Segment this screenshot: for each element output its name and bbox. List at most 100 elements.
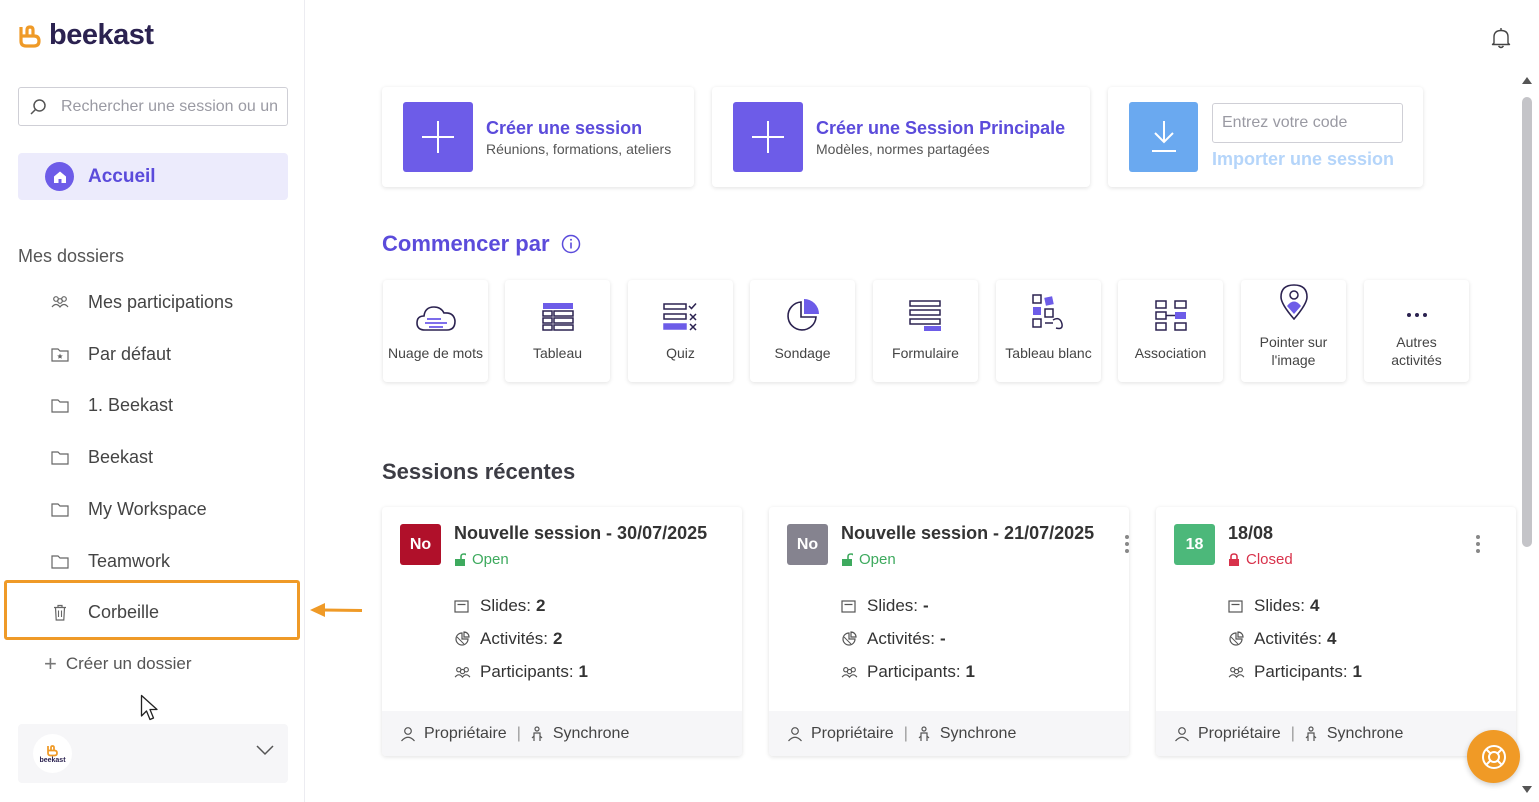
activities-count: 2 bbox=[553, 629, 563, 648]
create-session-card[interactable]: Créer une session Réunions, formations, … bbox=[382, 87, 694, 187]
activity-association[interactable]: Association bbox=[1118, 280, 1223, 382]
session-card[interactable]: 18 18/08 Closed Slides: 4 Activités: 4 Par… bbox=[1156, 507, 1516, 756]
session-badge: No bbox=[400, 524, 441, 565]
session-mode: Synchrone bbox=[552, 724, 630, 742]
association-icon bbox=[1154, 280, 1187, 336]
notification-bell-icon[interactable] bbox=[1491, 27, 1511, 49]
activities-label: Activités: bbox=[867, 629, 936, 648]
beekast-logo-icon bbox=[47, 744, 58, 756]
folder-teamwork[interactable]: Teamwork bbox=[50, 549, 170, 573]
session-participants: Participants: 1 bbox=[1228, 662, 1362, 682]
chevron-down-icon bbox=[256, 745, 274, 756]
slides-icon bbox=[454, 599, 472, 613]
session-status: Open bbox=[859, 551, 896, 568]
session-status: Closed bbox=[1246, 551, 1293, 568]
import-session-card: Importer une session bbox=[1108, 87, 1423, 187]
slides-icon bbox=[841, 599, 859, 613]
slides-count: 2 bbox=[536, 596, 546, 615]
activity-whiteboard[interactable]: Tableau blanc bbox=[996, 280, 1101, 382]
scrollbar-thumb[interactable] bbox=[1522, 97, 1532, 547]
beekast-logo[interactable]: beekast bbox=[17, 19, 154, 52]
folder-label: My Workspace bbox=[88, 498, 207, 519]
separator: | bbox=[516, 724, 521, 742]
session-mode: Synchrone bbox=[939, 724, 1017, 742]
status-badge: Open bbox=[454, 551, 509, 568]
session-card[interactable]: No Nouvelle session - 30/07/2025 Open Sl… bbox=[382, 507, 742, 756]
folder-my-workspace[interactable]: My Workspace bbox=[50, 497, 207, 521]
unlock-icon bbox=[842, 553, 853, 566]
account-switcher[interactable]: beekast bbox=[18, 724, 288, 783]
scroll-up-icon[interactable] bbox=[1521, 75, 1533, 85]
activities-icon bbox=[841, 631, 859, 647]
activity-quiz[interactable]: Quiz bbox=[628, 280, 733, 382]
session-activities: Activités: 2 bbox=[454, 629, 563, 649]
scroll-down-icon[interactable] bbox=[1521, 785, 1533, 795]
activity-more[interactable]: Autres activités bbox=[1364, 280, 1469, 382]
search-box[interactable] bbox=[18, 87, 288, 126]
sync-person-icon bbox=[531, 725, 543, 741]
activity-label: Association bbox=[1134, 345, 1207, 361]
folder-mes-participations[interactable]: Mes participations bbox=[50, 290, 233, 314]
scrollbar[interactable] bbox=[1521, 73, 1533, 802]
nav-home[interactable]: Accueil bbox=[18, 153, 288, 200]
status-badge: Closed bbox=[1228, 551, 1293, 568]
folder-icon bbox=[50, 499, 70, 519]
import-session-button[interactable]: Importer une session bbox=[1212, 149, 1394, 170]
session-slides: Slides: 2 bbox=[454, 596, 546, 616]
session-card[interactable]: No Nouvelle session - 21/07/2025 Open Sl… bbox=[769, 507, 1129, 756]
user-icon bbox=[401, 726, 415, 741]
brand-name: beekast bbox=[49, 19, 154, 51]
status-badge: Open bbox=[841, 551, 896, 568]
sync-person-icon bbox=[918, 725, 930, 741]
search-icon bbox=[30, 98, 46, 115]
slides-count: - bbox=[923, 596, 929, 615]
download-icon bbox=[1129, 102, 1198, 172]
activities-label: Activités: bbox=[480, 629, 549, 648]
session-code-input[interactable] bbox=[1212, 103, 1403, 143]
session-status: Open bbox=[472, 551, 509, 568]
user-icon bbox=[788, 726, 802, 741]
folder-1-beekast[interactable]: 1. Beekast bbox=[50, 393, 173, 417]
folder-par-defaut[interactable]: Par défaut bbox=[50, 342, 171, 366]
folder-icon bbox=[50, 395, 70, 415]
activities-icon bbox=[454, 631, 472, 647]
session-mode: Synchrone bbox=[1326, 724, 1404, 742]
activities-label: Activités: bbox=[1254, 629, 1323, 648]
folder-label: Beekast bbox=[88, 446, 154, 467]
avatar: beekast bbox=[33, 734, 72, 773]
kebab-menu-icon[interactable] bbox=[1124, 534, 1129, 554]
activity-pin-image[interactable]: Pointer sur l'image bbox=[1241, 280, 1346, 382]
participants-label: Participants: bbox=[1254, 662, 1348, 681]
folder-beekast[interactable]: Beekast bbox=[50, 445, 153, 469]
folder-icon bbox=[50, 447, 70, 467]
activity-form[interactable]: Formulaire bbox=[873, 280, 978, 382]
create-session-title: Créer une session bbox=[486, 118, 643, 138]
activity-word-cloud[interactable]: Nuage de mots bbox=[383, 280, 488, 382]
form-icon bbox=[908, 280, 943, 336]
help-button[interactable] bbox=[1467, 730, 1520, 783]
activities-count: 4 bbox=[1327, 629, 1337, 648]
create-main-session-subtitle: Modèles, normes partagées bbox=[816, 141, 990, 157]
session-badge: 18 bbox=[1174, 524, 1215, 565]
session-badge: No bbox=[787, 524, 828, 565]
session-slides: Slides: 4 bbox=[1228, 596, 1320, 616]
activity-table[interactable]: Tableau bbox=[505, 280, 610, 382]
session-role: Propriétaire bbox=[424, 724, 507, 742]
slides-label: Slides: bbox=[867, 596, 919, 615]
info-icon[interactable] bbox=[561, 234, 581, 254]
activity-label: Nuage de mots bbox=[388, 345, 483, 361]
participants-label: Participants: bbox=[867, 662, 961, 681]
folder-star-icon bbox=[50, 344, 70, 364]
participants-label: Participants: bbox=[480, 662, 574, 681]
participants-icon bbox=[841, 666, 859, 679]
create-main-session-card[interactable]: Créer une Session Principale Modèles, no… bbox=[712, 87, 1090, 187]
create-folder-button[interactable]: + Créer un dossier bbox=[44, 651, 192, 677]
search-input[interactable] bbox=[61, 97, 281, 116]
activity-poll[interactable]: Sondage bbox=[750, 280, 855, 382]
kebab-menu-icon[interactable] bbox=[1475, 534, 1481, 554]
highlight-box bbox=[4, 580, 300, 640]
beekast-logo-icon bbox=[19, 24, 41, 48]
folder-label: Mes participations bbox=[88, 291, 234, 312]
session-footer: Propriétaire | Synchrone bbox=[769, 711, 1129, 756]
session-footer: Propriétaire | Synchrone bbox=[382, 711, 742, 756]
